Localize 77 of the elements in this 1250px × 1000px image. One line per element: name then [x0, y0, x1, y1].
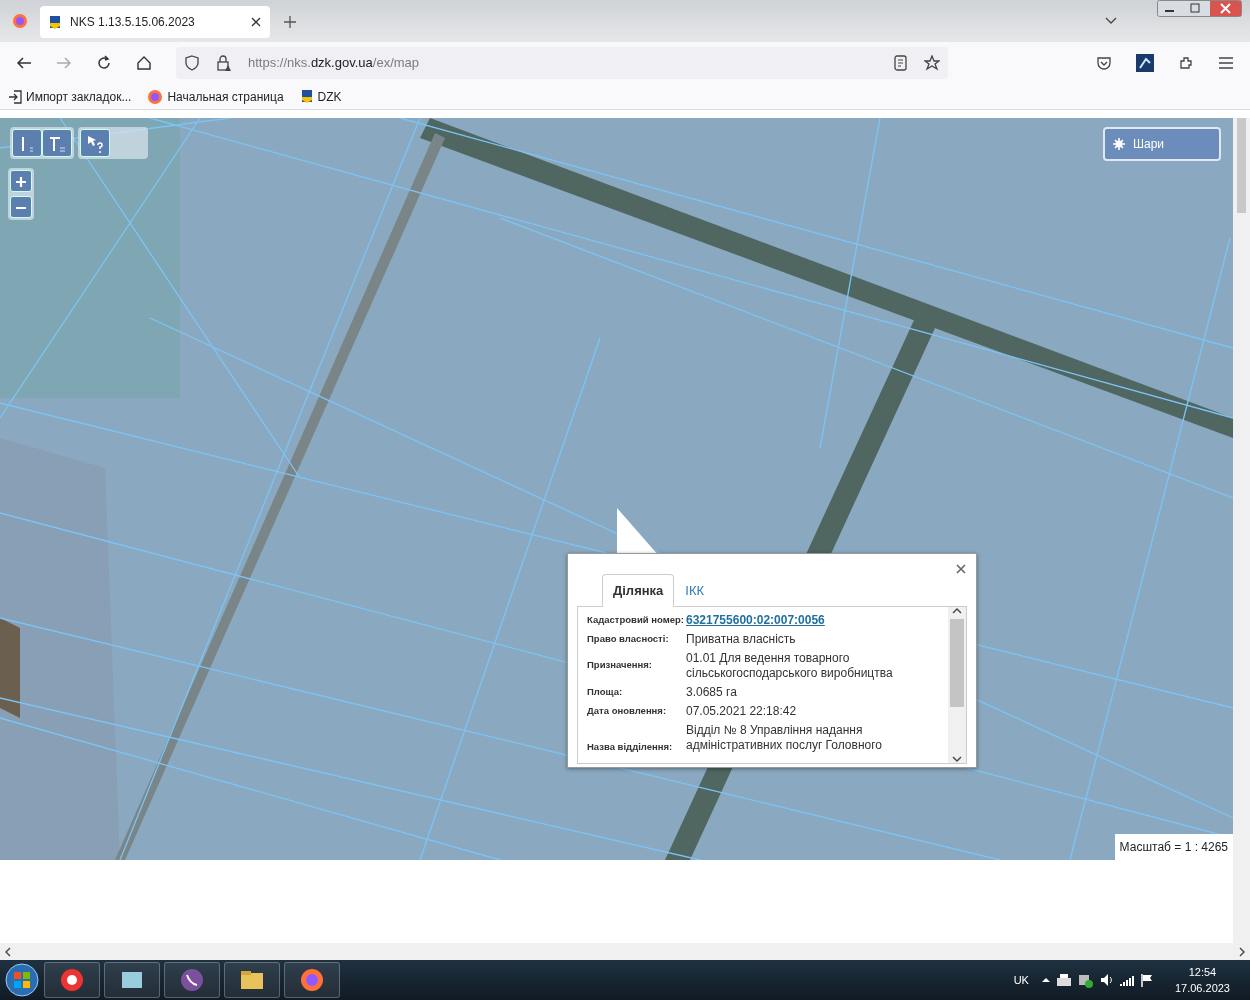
back-icon[interactable] [16, 55, 32, 71]
taskbar-app-button[interactable] [44, 962, 100, 998]
bookmark-item[interactable]: Начальная страница [147, 87, 284, 106]
browser-logo-icon [12, 13, 28, 29]
bookmark-item[interactable]: Импорт закладок... [8, 87, 132, 106]
puzzle-icon[interactable] [1178, 55, 1194, 71]
tray-expand-icon[interactable] [1040, 976, 1051, 984]
browser-logo-icon [147, 88, 164, 105]
new-tab-icon[interactable] [284, 16, 296, 28]
scroll-left-icon[interactable] [4, 946, 12, 957]
clock-date: 17.06.2023 [1174, 981, 1230, 996]
menu-icon[interactable] [1218, 55, 1234, 71]
shield-icon[interactable] [184, 55, 200, 71]
field-label: Призначення: [586, 658, 653, 673]
clock-time: 12:54 [1188, 964, 1217, 980]
tab-title: NKS 1.13.5.15.06.2023 [70, 14, 196, 31]
browser-tab[interactable]: NKS 1.13.5.15.06.2023 [40, 6, 270, 38]
volume-icon[interactable] [1098, 972, 1115, 988]
import-icon [8, 88, 22, 105]
zoom-in-button[interactable] [10, 170, 32, 192]
phone-icon [178, 966, 206, 994]
popup-tab[interactable]: Ділянка [602, 574, 675, 607]
star-icon[interactable] [924, 55, 940, 71]
area-button[interactable] [42, 129, 72, 157]
reader-view-icon[interactable] [893, 55, 908, 71]
identify-button[interactable] [80, 129, 110, 157]
satellite-map-drawing[interactable] [0, 118, 1233, 860]
field-value: 3.0685 га [686, 684, 737, 699]
field-value: Відділ № 8 Управління надання адміністративних послуг Головного [686, 722, 882, 752]
scroll-up-icon[interactable] [952, 606, 962, 615]
url-text: https://nks.dzk.gov.ua/ex/map [248, 54, 421, 73]
field-label: Дата оновлення: [586, 703, 668, 718]
scrollbar-thumb[interactable] [950, 618, 964, 707]
zoom-out-button[interactable] [10, 196, 32, 218]
media-player-icon [58, 966, 86, 994]
bookmark-item[interactable]: DZK [299, 87, 342, 106]
browser-logo-icon [298, 966, 326, 994]
pointer-question-icon [86, 133, 104, 154]
popup-tab[interactable]: ІКК [674, 574, 716, 607]
printer-icon[interactable] [1054, 972, 1073, 988]
extension-icon[interactable] [1136, 54, 1154, 72]
taskbar-app-button[interactable] [224, 962, 280, 998]
clock[interactable]: 12:54 17.06.2023 [1174, 963, 1230, 997]
flag-icon[interactable] [1138, 972, 1155, 988]
address-bar[interactable]: https://nks.dzk.gov.ua/ex/map [176, 47, 948, 79]
site-favicon-icon [48, 14, 62, 30]
ruler-button[interactable] [12, 129, 42, 157]
vertical-scrollbar[interactable] [1233, 118, 1250, 943]
zoom-out-icon [14, 207, 28, 210]
taskbar-app-button[interactable] [104, 962, 160, 998]
field-label: Площа: [586, 684, 624, 699]
site-favicon-icon [299, 89, 314, 104]
field-value: Приватна власність [686, 631, 796, 646]
home-icon[interactable] [136, 55, 152, 71]
language-indicator[interactable]: UK [1013, 971, 1029, 989]
close-icon[interactable] [250, 16, 262, 28]
field-label: Кадастровий номер: [586, 612, 685, 627]
horizontal-scrollbar[interactable] [0, 943, 1250, 960]
reload-icon[interactable] [96, 55, 112, 71]
field-label: Право власності: [586, 631, 670, 646]
window-controls-icon[interactable] [1157, 0, 1242, 17]
field-value: 07.05.2021 22:18:42 [686, 703, 797, 718]
gear-icon [1113, 138, 1125, 150]
zoom-in-icon [14, 175, 28, 190]
close-icon[interactable] [955, 563, 967, 575]
network-status-icon[interactable] [1076, 972, 1095, 988]
chevron-down-icon[interactable] [1105, 17, 1117, 25]
pocket-icon[interactable] [1096, 55, 1112, 71]
scale-label: Масштаб = 1 : 4265 [1114, 834, 1233, 860]
cadastral-number-link[interactable]: 6321755600:02:007:0056 [686, 612, 825, 627]
field-label: Назва відділення: [586, 740, 674, 755]
lock-warning-icon[interactable] [216, 55, 232, 71]
scroll-right-icon[interactable] [1238, 946, 1246, 957]
scroll-down-icon[interactable] [952, 754, 962, 763]
start-icon[interactable] [4, 962, 40, 998]
scrollbar[interactable] [948, 606, 966, 763]
field-value: 01.01 Для ведення товарного сільськогосподарського виробництва [686, 650, 893, 680]
